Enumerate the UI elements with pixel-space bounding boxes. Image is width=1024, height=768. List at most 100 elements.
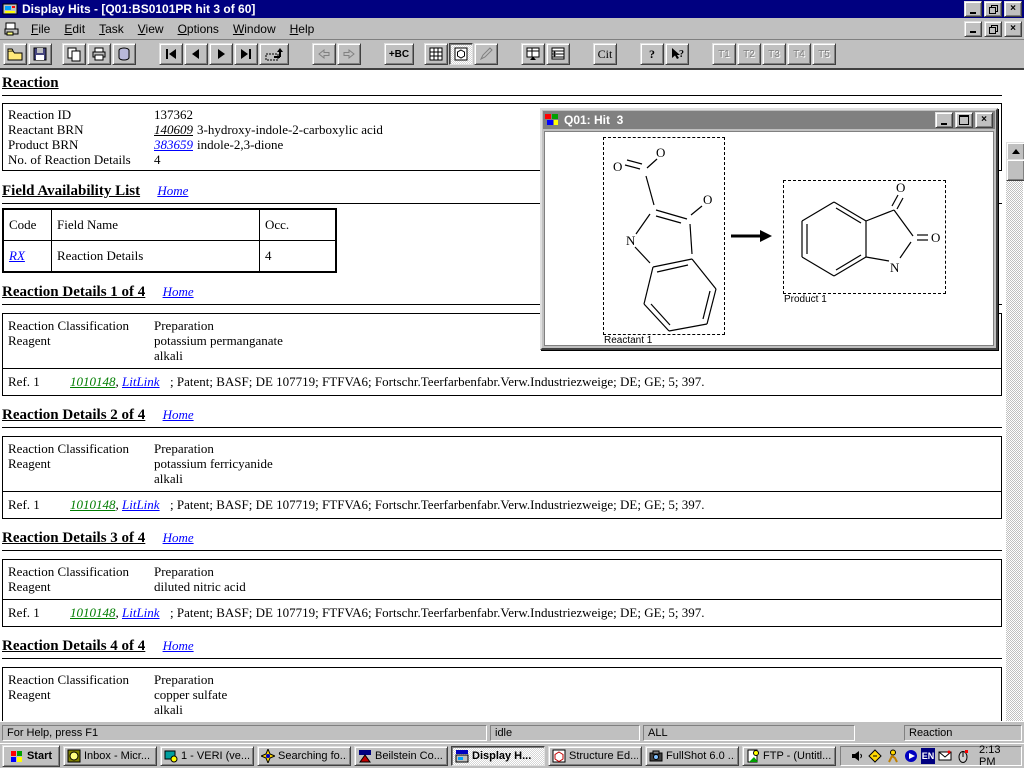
litlink[interactable]: LitLink [122,497,160,512]
start-button[interactable]: Start [2,745,60,767]
hit-structure-window: Q01: Hit 3 × [540,108,998,350]
ref-citation-text: ; Patent; BASF; DE 107719; FTFVA6; Forts… [170,497,705,512]
close-button[interactable]: × [1004,1,1022,17]
reaction-id-label: Reaction ID [3,107,154,122]
task-beilstein-commander[interactable]: Beilstein Co... [354,746,448,766]
volume-icon[interactable] [849,748,865,764]
child-minimize-button[interactable] [964,21,982,37]
scrollbar-thumb[interactable] [1006,159,1024,181]
structure-display-button[interactable] [449,43,473,65]
pointer-icon[interactable] [955,748,971,764]
task-label: Beilstein Co... [375,750,443,762]
menu-view[interactable]: View [131,19,171,39]
hit-minimize-button[interactable] [935,112,953,128]
context-help-button[interactable]: ? [665,43,689,65]
reagent-label: Reagent [8,456,154,471]
language-indicator[interactable]: EN [921,748,935,764]
t5-label: T5 [818,49,830,60]
product-brn-link[interactable]: 383659 [154,137,193,152]
export-grid-button[interactable] [521,43,545,65]
hit-window-title-bar[interactable]: Q01: Hit 3 × [543,111,995,129]
open-button[interactable] [3,43,27,65]
classification-label: Reaction Classification [8,672,154,687]
litlink[interactable]: LitLink [122,374,160,389]
copy-button[interactable] [62,43,86,65]
hit-close-button[interactable]: × [975,112,993,128]
restore-button[interactable] [984,1,1002,17]
app-icon[interactable] [2,1,18,17]
ref-id-link[interactable]: 1010148 [70,497,116,512]
litlink[interactable]: LitLink [122,605,160,620]
task-veri[interactable]: 1 - VERI (ve... [160,746,254,766]
bc-label: +BC [389,49,409,60]
detail4-box: Reaction Classification Reagent Preparat… [2,667,1002,721]
reactant-caption: Reactant 1 [604,335,652,346]
structure-editor-icon [552,749,566,763]
task-display-hits[interactable]: Display H... [451,746,545,766]
reactant-brn-link[interactable]: 140609 [154,122,193,137]
hit-maximize-button[interactable] [955,112,973,128]
table-header-row: Code Field Name Occ. [4,210,335,241]
open-icon [7,46,23,62]
home-link[interactable]: Home [157,183,188,198]
system-tray: EN 2:13 PM [840,746,1022,766]
classification-value: Preparation [154,564,246,579]
export-list-button[interactable] [546,43,570,65]
ref-id-link[interactable]: 1010148 [70,374,116,389]
menu-task[interactable]: Task [92,19,131,39]
minimize-button[interactable] [964,1,982,17]
detail-count-label: No. of Reaction Details [3,152,154,167]
print-button[interactable] [87,43,111,65]
reagent-value-2: alkali [154,348,283,363]
help-button[interactable]: ? [640,43,664,65]
atom-o: O [656,145,665,160]
ref-citation-text: ; Patent; BASF; DE 107719; FTFVA6; Forts… [170,605,705,620]
vertical-scrollbar[interactable] [1006,142,1023,721]
home-link[interactable]: Home [163,407,194,422]
menu-options[interactable]: Options [171,19,226,39]
detail-count-value: 4 [154,152,161,167]
home-link[interactable]: Home [163,638,194,653]
next-record-button[interactable] [209,43,233,65]
menu-window[interactable]: Window [226,19,283,39]
child-restore-button[interactable] [984,21,1002,37]
task-fullshot[interactable]: FullShot 6.0 ... [645,746,739,766]
menu-help[interactable]: Help [283,19,322,39]
task-structure-editor[interactable]: Structure Ed... [548,746,642,766]
menu-file[interactable]: File [24,19,57,39]
ref-id-link[interactable]: 1010148 [70,605,116,620]
help-icon: ? [649,47,655,62]
display-hits-icon [455,749,469,763]
section-rule [2,95,1002,96]
export-db-button[interactable] [112,43,136,65]
mail-icon[interactable] [937,748,953,764]
taskbar-clock[interactable]: 2:13 PM [979,744,1015,768]
goto-bc-button[interactable]: +BC [384,43,414,65]
title-bar[interactable]: Display Hits - [Q01:BS0101PR hit 3 of 60… [0,0,1024,18]
previous-record-button[interactable] [184,43,208,65]
task-inbox[interactable]: Inbox - Micr... [63,746,157,766]
home-link[interactable]: Home [163,284,194,299]
col-code: Code [4,210,52,240]
scheduler-icon[interactable] [867,748,883,764]
menu-edit[interactable]: Edit [57,19,92,39]
save-button[interactable] [28,43,52,65]
hit-window-client: O O O N Reactant 1 [544,131,994,346]
structure-display-icon [453,46,469,62]
document-system-icon[interactable] [4,21,20,37]
task-searching[interactable]: Searching fo... [257,746,351,766]
messenger-person-icon[interactable] [885,748,901,764]
first-record-button[interactable] [159,43,183,65]
goto-record-button[interactable] [259,43,289,65]
rx-link[interactable]: RX [9,248,25,263]
atom-o: O [931,230,940,245]
messenger-ball-icon[interactable] [903,748,919,764]
task-ftp[interactable]: FTP - (Untitl... [742,746,836,766]
restore-icon [989,5,997,13]
citation-button[interactable]: Cit [593,43,617,65]
last-record-button[interactable] [234,43,258,65]
child-close-button[interactable]: × [1004,21,1022,37]
home-link[interactable]: Home [163,530,194,545]
table-view-button[interactable] [424,43,448,65]
classification-value: Preparation [154,441,273,456]
